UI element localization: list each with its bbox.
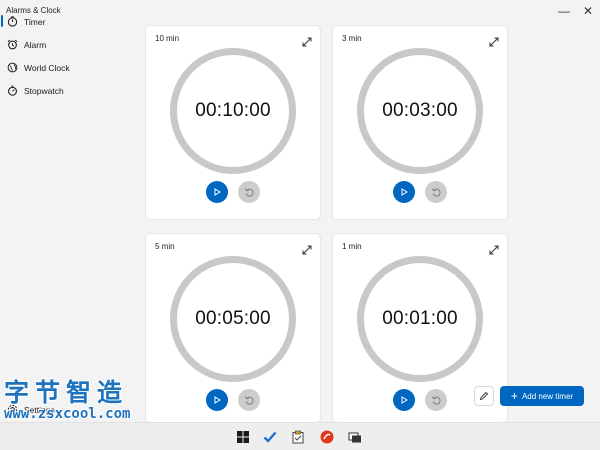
clipboard-app-icon[interactable] [291, 430, 305, 444]
timer-time: 00:01:00 [382, 308, 458, 329]
play-icon [214, 396, 221, 404]
sidebar-item-label: World Clock [24, 62, 70, 73]
sidebar-item-label: Stopwatch [24, 85, 64, 96]
timer-progress-ring: 00:05:00 [170, 256, 296, 382]
window-controls: — ✕ [552, 0, 600, 22]
sidebar-item-label: Timer [24, 16, 46, 27]
edit-timers-button[interactable] [474, 386, 494, 406]
expand-icon[interactable] [302, 242, 312, 255]
world-clock-icon [6, 62, 18, 74]
watermark-chinese-text: 字节智造 [4, 378, 129, 407]
timer-time: 00:10:00 [195, 100, 271, 121]
checkmark-app-icon[interactable] [263, 430, 277, 444]
expand-icon[interactable] [302, 34, 312, 47]
reset-button[interactable] [238, 389, 260, 411]
reset-icon [431, 395, 441, 405]
timer-progress-ring: 00:03:00 [357, 48, 483, 174]
expand-icon[interactable] [489, 34, 499, 47]
timer-name: 5 min [155, 242, 175, 251]
sidebar-item-alarm[interactable]: Alarm [0, 33, 140, 56]
timer-time: 00:03:00 [382, 100, 458, 121]
timer-card[interactable]: 3 min 00:03:00 [333, 26, 507, 219]
red-app-icon[interactable] [320, 430, 334, 444]
play-button[interactable] [206, 181, 228, 203]
play-button[interactable] [393, 389, 415, 411]
play-icon [214, 188, 221, 196]
reset-button[interactable] [425, 389, 447, 411]
sidebar-item-world-clock[interactable]: World Clock [0, 56, 140, 79]
plus-icon: + [510, 389, 518, 403]
play-button[interactable] [393, 181, 415, 203]
alarm-icon [6, 39, 18, 51]
reset-button[interactable] [238, 181, 260, 203]
reset-icon [431, 187, 441, 197]
add-new-timer-button[interactable]: + Add new timer [500, 386, 584, 406]
sidebar-item-label: Alarm [24, 39, 47, 50]
close-button[interactable]: ✕ [576, 0, 600, 22]
taskbar [0, 422, 600, 450]
watermark: 字节智造 www.zsxcool.com [4, 380, 182, 424]
timer-card[interactable]: 10 min 00:10:00 [146, 26, 320, 219]
timer-name: 10 min [155, 34, 180, 43]
add-new-timer-label: Add new timer [521, 391, 574, 401]
stopwatch-icon [6, 85, 18, 97]
pencil-icon [479, 391, 489, 401]
play-button[interactable] [206, 389, 228, 411]
minimize-button[interactable]: — [552, 0, 576, 22]
sidebar: Timer Alarm World Clock Stopwatch [0, 10, 140, 415]
timer-controls [206, 181, 260, 203]
reset-icon [244, 395, 254, 405]
timer-controls [393, 389, 447, 411]
timer-controls [206, 389, 260, 411]
timer-name: 1 min [342, 242, 362, 251]
watermark-url-text: www.zsxcool.com [4, 406, 131, 422]
play-icon [401, 396, 408, 404]
timer-progress-ring: 00:10:00 [170, 48, 296, 174]
window-switch-icon[interactable] [348, 430, 362, 444]
timer-time: 00:05:00 [195, 308, 271, 329]
windows-start-icon[interactable] [236, 430, 250, 444]
timer-controls [393, 181, 447, 203]
play-icon [401, 188, 408, 196]
timer-icon [6, 16, 18, 28]
sidebar-item-timer[interactable]: Timer [0, 10, 140, 33]
reset-icon [244, 187, 254, 197]
timer-progress-ring: 00:01:00 [357, 256, 483, 382]
sidebar-item-stopwatch[interactable]: Stopwatch [0, 79, 140, 102]
reset-button[interactable] [425, 181, 447, 203]
timer-name: 3 min [342, 34, 362, 43]
expand-icon[interactable] [489, 242, 499, 255]
